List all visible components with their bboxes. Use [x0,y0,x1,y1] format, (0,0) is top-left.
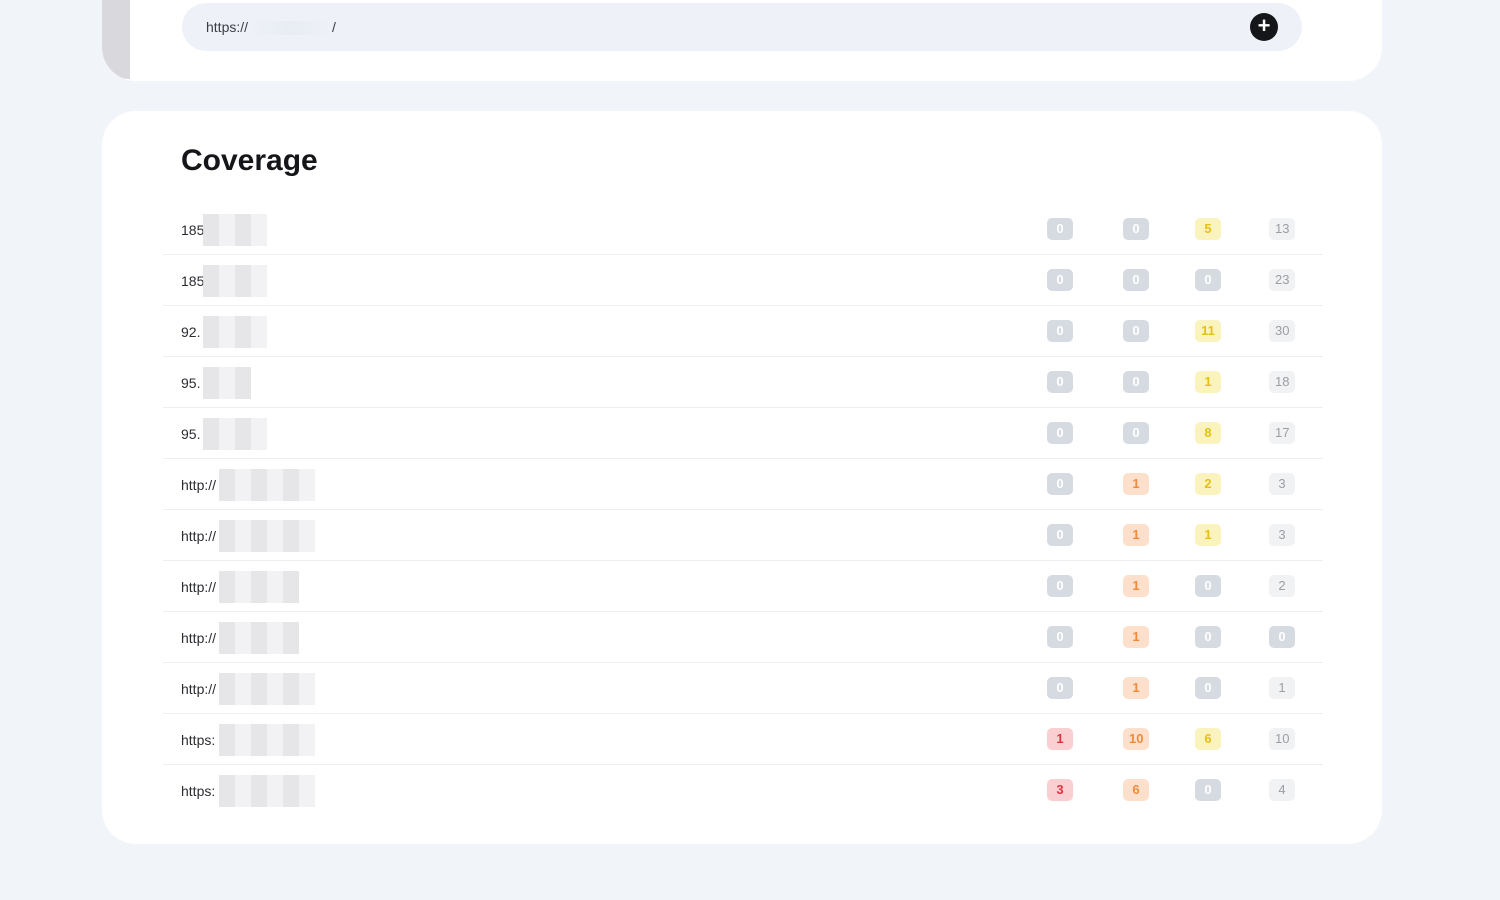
row-label: http:// [181,528,217,544]
redacted-host [219,571,299,603]
coverage-row[interactable]: http:// 0 1 0 0 [163,612,1323,663]
row-label: http:// [181,579,217,595]
url-redacted [248,21,333,36]
count-badge-1: 0 [1047,422,1073,444]
row-label: https: [181,783,216,799]
coverage-row[interactable]: http:// 0 1 0 2 [163,561,1323,612]
count-badge-2: 0 [1123,422,1149,444]
count-badge-3: 5 [1195,218,1221,240]
count-badge-2: 6 [1123,779,1149,801]
count-badge-4: 1 [1269,677,1295,699]
coverage-row[interactable]: http:// 0 1 1 3 [163,510,1323,561]
coverage-row[interactable]: http:// 0 1 2 3 [163,459,1323,510]
redacted-host [219,469,315,501]
add-icon[interactable]: + [1250,13,1278,41]
redacted-host [203,214,267,246]
count-badge-4: 13 [1269,218,1296,240]
count-badge-2: 0 [1123,218,1149,240]
count-badge-2: 1 [1123,524,1149,546]
redacted-host [203,316,267,348]
count-badge-4: 3 [1269,473,1295,495]
count-badge-3: 2 [1195,473,1221,495]
count-badge-1: 0 [1047,677,1073,699]
row-label: 95. [181,375,201,391]
count-badge-4: 10 [1269,728,1296,750]
count-badge-3: 0 [1195,575,1221,597]
coverage-row[interactable]: 92. 0 0 11 30 [163,306,1323,357]
coverage-row[interactable]: 95. 0 0 1 18 [163,357,1323,408]
row-label: 185 [181,273,205,289]
count-badge-4: 4 [1269,779,1295,801]
count-badge-4: 0 [1269,626,1295,648]
row-label: http:// [181,630,217,646]
row-label: http:// [181,477,217,493]
count-badge-3: 1 [1195,371,1221,393]
count-badge-2: 0 [1123,371,1149,393]
count-badge-1: 1 [1047,728,1073,750]
count-badge-1: 0 [1047,320,1073,342]
url-prefix: https:// [206,19,249,35]
redacted-host [203,367,251,399]
redacted-host [203,265,267,297]
redacted-host [219,622,299,654]
count-badge-3: 0 [1195,677,1221,699]
redacted-host [219,673,315,705]
url-suffix: / [332,19,336,35]
row-label: http:// [181,681,217,697]
coverage-list: 185 0 0 5 13 185 0 0 0 23 92. 0 0 11 30 95. 0 0 1 18 95. 0 0 8 1… [163,204,1323,816]
coverage-row[interactable]: https: 1 10 6 10 [163,714,1323,765]
count-badge-1: 0 [1047,269,1073,291]
count-badge-4: 17 [1269,422,1296,444]
count-badge-2: 0 [1123,320,1149,342]
count-badge-2: 1 [1123,575,1149,597]
url-text: https:// / [206,19,336,36]
count-badge-2: 0 [1123,269,1149,291]
count-badge-3: 11 [1195,320,1221,342]
count-badge-1: 0 [1047,626,1073,648]
coverage-row[interactable]: 95. 0 0 8 17 [163,408,1323,459]
coverage-card: Coverage 185 0 0 5 13 185 0 0 0 23 92. 0 0 11 30 95. 0 0 1… [102,111,1382,844]
url-input[interactable]: https:// / + [182,3,1302,51]
count-badge-2: 10 [1123,728,1150,750]
count-badge-1: 0 [1047,218,1073,240]
count-badge-4: 18 [1269,371,1296,393]
count-badge-3: 1 [1195,524,1221,546]
count-badge-1: 0 [1047,371,1073,393]
count-badge-2: 1 [1123,473,1149,495]
url-card: https:// / + [102,0,1382,81]
redacted-host [203,418,267,450]
count-badge-1: 0 [1047,473,1073,495]
count-badge-3: 6 [1195,728,1221,750]
count-badge-1: 3 [1047,779,1073,801]
row-label: 95. [181,426,201,442]
count-badge-4: 23 [1269,269,1296,291]
coverage-row[interactable]: https: 3 6 0 4 [163,765,1323,816]
coverage-row[interactable]: 185 0 0 5 13 [163,204,1323,255]
count-badge-3: 8 [1195,422,1221,444]
count-badge-3: 0 [1195,779,1221,801]
row-label: 185 [181,222,205,238]
count-badge-4: 30 [1269,320,1296,342]
count-badge-4: 2 [1269,575,1295,597]
coverage-row[interactable]: 185 0 0 0 23 [163,255,1323,306]
count-badge-2: 1 [1123,626,1149,648]
coverage-title: Coverage [181,144,318,177]
redacted-host [219,724,315,756]
card-edge [102,0,130,79]
redacted-host [219,775,315,807]
count-badge-1: 0 [1047,524,1073,546]
row-label: https: [181,732,216,748]
count-badge-1: 0 [1047,575,1073,597]
count-badge-3: 0 [1195,269,1221,291]
redacted-host [219,520,315,552]
coverage-row[interactable]: http:// 0 1 0 1 [163,663,1323,714]
count-badge-4: 3 [1269,524,1295,546]
row-label: 92. [181,324,201,340]
count-badge-2: 1 [1123,677,1149,699]
count-badge-3: 0 [1195,626,1221,648]
